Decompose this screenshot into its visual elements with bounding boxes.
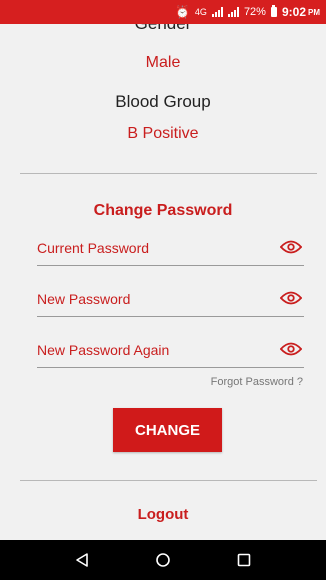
eye-icon[interactable]	[280, 289, 302, 307]
divider	[20, 480, 317, 481]
new-password-label: New Password	[37, 291, 131, 307]
home-circle-icon[interactable]	[148, 545, 178, 575]
change-password-title: Change Password	[93, 202, 233, 219]
recents-square-icon[interactable]	[229, 545, 259, 575]
new-password-field[interactable]: New Password	[37, 287, 304, 317]
network-type: 4G	[194, 7, 207, 17]
new-password-again-label: New Password Again	[37, 342, 170, 358]
new-password-again-field[interactable]: New Password Again	[37, 338, 304, 368]
status-bar: ⏰ 4G 72% 9:02 PM	[0, 0, 326, 24]
eye-icon[interactable]	[280, 340, 302, 358]
clock: 9:02	[281, 5, 306, 19]
blood-group-label: Blood Group	[115, 92, 211, 111]
divider	[20, 173, 317, 174]
back-triangle-icon[interactable]	[67, 545, 97, 575]
current-password-field[interactable]: Current Password	[37, 236, 304, 266]
forgot-password-link[interactable]: Forgot Password ?	[211, 376, 303, 388]
logout-button[interactable]: Logout	[0, 506, 326, 523]
gender-label: Gender	[0, 24, 326, 34]
blood-group-value: B Positive	[127, 125, 199, 142]
signal-icon-sim2	[227, 7, 239, 17]
signal-icon	[211, 7, 223, 17]
battery-icon	[270, 5, 277, 17]
gender-value: Male	[145, 54, 181, 71]
eye-icon[interactable]	[280, 238, 302, 256]
battery-percent: 72%	[243, 6, 266, 18]
current-password-label: Current Password	[37, 240, 150, 256]
change-button[interactable]: CHANGE	[113, 408, 222, 452]
profile-content: Gender Male Blood Group B Positive Chang…	[0, 24, 326, 540]
android-nav-bar	[0, 540, 326, 580]
alarm-icon: ⏰	[174, 5, 190, 19]
clock-meridiem: PM	[308, 7, 320, 17]
